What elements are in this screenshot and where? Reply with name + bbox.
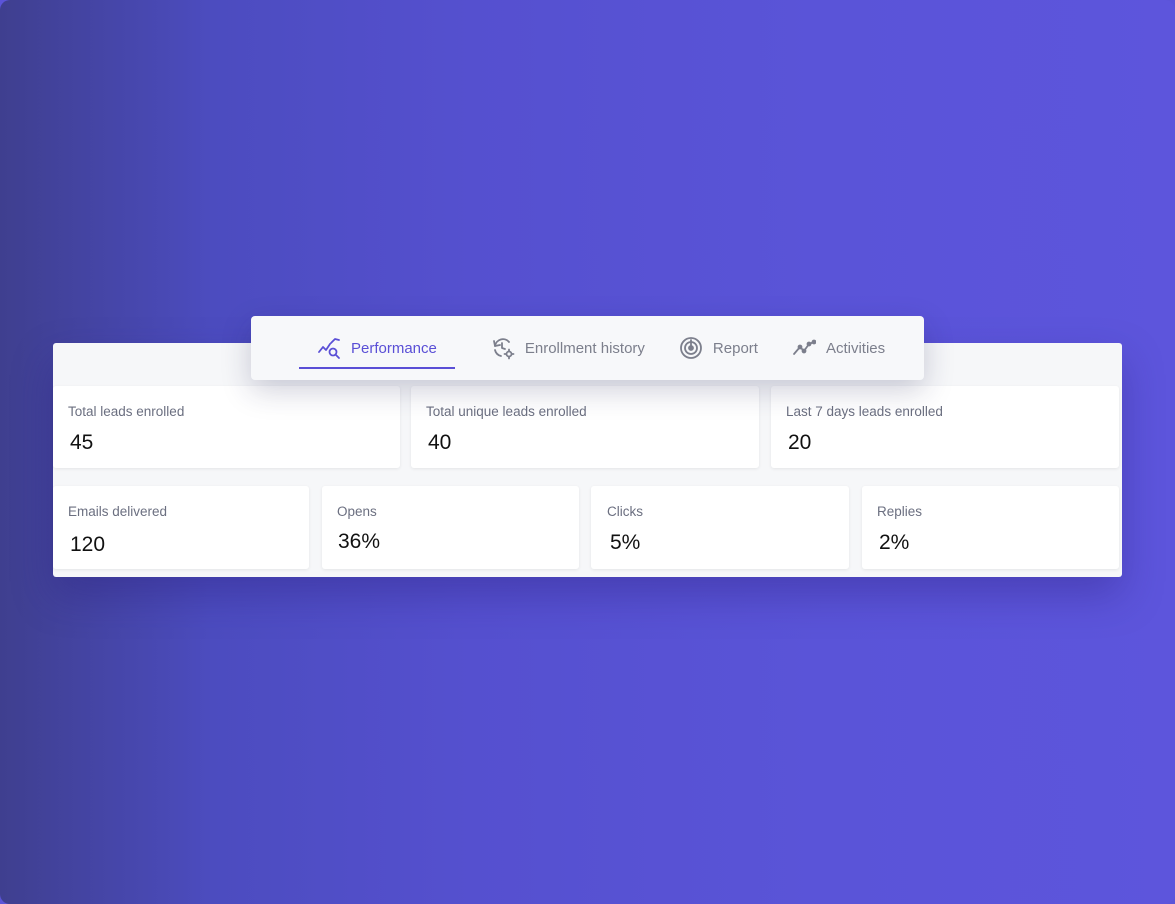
target-icon	[679, 336, 703, 360]
performance-chart-icon	[317, 336, 341, 360]
stat-card-last-7-days: Last 7 days leads enrolled 20	[771, 386, 1119, 468]
tab-label: Performance	[351, 339, 437, 357]
tab-label: Enrollment history	[524, 339, 645, 357]
tab-bar: Performance Enrollment history Report Ac…	[251, 316, 924, 380]
tab-performance[interactable]: Performance	[299, 316, 455, 380]
stat-card-unique-leads: Total unique leads enrolled 40	[411, 386, 759, 468]
stat-value: 40	[428, 431, 452, 454]
stat-value: 45	[70, 431, 94, 454]
stat-value: 120	[70, 533, 106, 556]
stat-label: Opens	[337, 504, 377, 519]
activity-line-icon	[792, 336, 816, 360]
tab-enrollment-history[interactable]: Enrollment history	[491, 316, 645, 380]
tab-label: Activities	[825, 339, 886, 357]
stat-card-opens: Opens 36%	[322, 486, 579, 569]
stat-card-replies: Replies 2%	[862, 486, 1119, 569]
stat-value: 20	[788, 431, 812, 454]
history-gear-icon	[491, 336, 515, 360]
tab-label: Report	[712, 339, 758, 357]
tab-activities[interactable]: Activities	[792, 316, 885, 380]
background: Total leads enrolled 45 Total unique lea…	[0, 0, 1175, 904]
stat-value: 5%	[610, 531, 641, 554]
stat-label: Replies	[877, 504, 923, 519]
stat-label: Last 7 days leads enrolled	[786, 404, 943, 419]
stat-value: 2%	[879, 531, 910, 554]
stat-label: Total unique leads enrolled	[426, 404, 587, 419]
stat-value: 36%	[338, 530, 381, 553]
stat-card-total-leads: Total leads enrolled 45	[53, 386, 400, 468]
stat-card-clicks: Clicks 5%	[591, 486, 849, 569]
tab-report[interactable]: Report	[679, 316, 758, 380]
stat-label: Emails delivered	[68, 504, 168, 519]
stat-card-emails-delivered: Emails delivered 120	[53, 486, 309, 569]
stat-label: Total leads enrolled	[68, 404, 185, 419]
stat-label: Clicks	[607, 504, 643, 519]
